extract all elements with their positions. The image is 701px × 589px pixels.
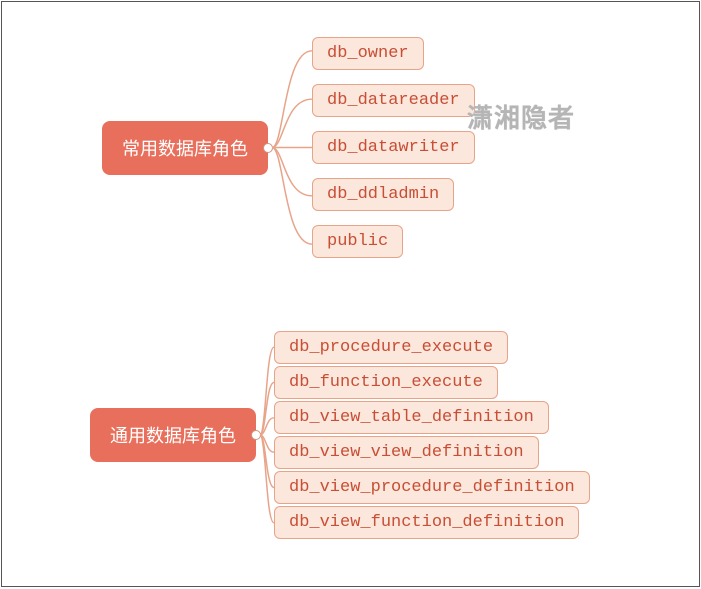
child-node[interactable]: db_view_table_definition — [274, 401, 549, 434]
group-common-db-roles: 常用数据库角色 db_owner db_datareader db_datawr… — [102, 30, 475, 265]
group-general-db-roles: 通用数据库角色 db_procedure_execute db_function… — [90, 330, 590, 540]
child-node[interactable]: db_procedure_execute — [274, 331, 508, 364]
child-node[interactable]: public — [312, 225, 403, 258]
child-node[interactable]: db_owner — [312, 37, 424, 70]
diagram-canvas: 常用数据库角色 db_owner db_datareader db_datawr… — [1, 1, 700, 587]
root-node-general[interactable]: 通用数据库角色 — [90, 408, 256, 462]
children-general: db_procedure_execute db_function_execute… — [274, 330, 590, 540]
child-node[interactable]: db_view_view_definition — [274, 436, 539, 469]
connector-general — [256, 330, 274, 540]
connector-common — [268, 30, 312, 265]
child-node[interactable]: db_datawriter — [312, 131, 475, 164]
child-node[interactable]: db_view_procedure_definition — [274, 471, 590, 504]
watermark-text: 潇湘隐者 — [467, 98, 575, 135]
child-node[interactable]: db_view_function_definition — [274, 506, 579, 539]
children-common: db_owner db_datareader db_datawriter db_… — [312, 30, 475, 265]
child-node[interactable]: db_datareader — [312, 84, 475, 117]
child-node[interactable]: db_function_execute — [274, 366, 498, 399]
root-node-common[interactable]: 常用数据库角色 — [102, 121, 268, 175]
child-node[interactable]: db_ddladmin — [312, 178, 454, 211]
